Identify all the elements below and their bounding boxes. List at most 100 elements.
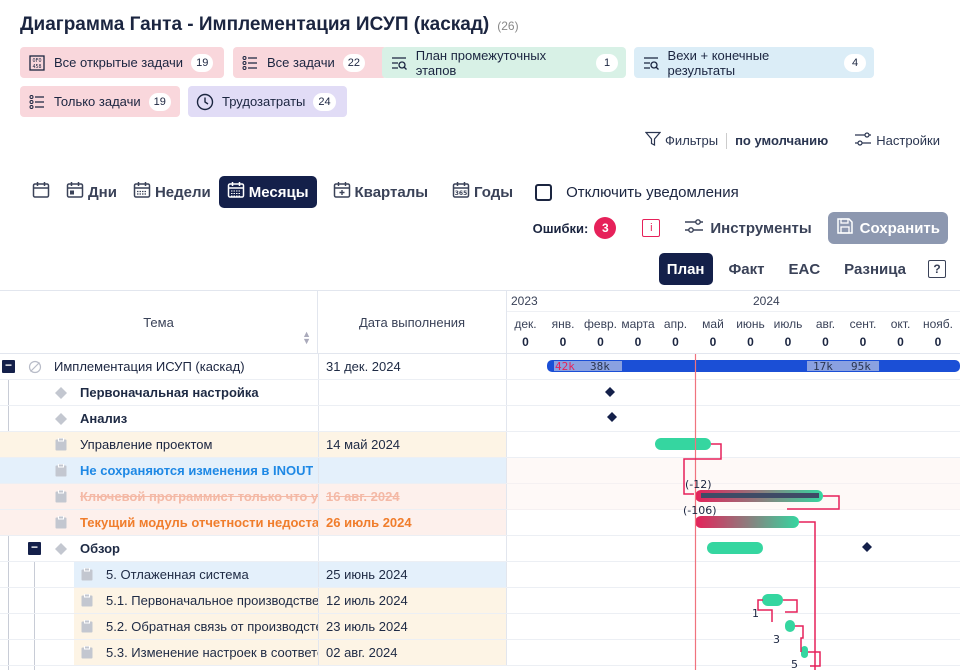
milestone-marker bbox=[607, 412, 617, 422]
milestone-icon bbox=[54, 386, 68, 400]
chip-labor-costs[interactable]: Трудозатраты 24 bbox=[188, 86, 347, 117]
settings-button[interactable]: Настройки bbox=[854, 131, 940, 150]
task-table: − Имплементация ИСУП (каскад) 31 дек. 20… bbox=[0, 354, 507, 670]
help-icon[interactable]: ? bbox=[928, 260, 946, 278]
table-row[interactable]: Анализ bbox=[0, 406, 507, 432]
chip-label: Все задачи bbox=[267, 55, 335, 70]
task-bar-overdue bbox=[695, 516, 799, 528]
chip-all-open-tasks[interactable]: OFO 458 Все открытые задачи 19 bbox=[20, 47, 224, 78]
view-quarters-button[interactable]: Кварталы bbox=[325, 176, 437, 208]
workload-value: 0 bbox=[747, 335, 754, 349]
table-row[interactable]: 5. Отлаженная система 25 июнь 2024 bbox=[0, 562, 507, 588]
milestone-marker bbox=[862, 542, 872, 552]
sort-icon[interactable]: ▲ ▼ bbox=[302, 330, 311, 346]
mode-diff[interactable]: Разница bbox=[836, 253, 914, 285]
gantt-bars[interactable]: 42k 38k 17k 95k (-12) (-106) 1 3 5 bbox=[507, 354, 960, 670]
workload-value: 0 bbox=[897, 335, 904, 349]
calendar-month-icon bbox=[227, 181, 245, 203]
month-label: марта bbox=[621, 317, 655, 331]
row-date: 23 июль 2024 bbox=[318, 614, 507, 639]
chip-count: 1 bbox=[596, 53, 618, 72]
gantt-chart-area[interactable]: 42k 38k 17k 95k (-12) (-106) 1 3 5 bbox=[507, 354, 960, 670]
row-date: 02 авг. 2024 bbox=[318, 640, 507, 665]
view-weeks-button[interactable]: Недели bbox=[125, 176, 219, 208]
errors-count-badge: 3 bbox=[594, 217, 617, 239]
collapse-icon[interactable]: − bbox=[28, 541, 41, 555]
table-row[interactable]: − Имплементация ИСУП (каскад) 31 дек. 20… bbox=[0, 354, 507, 380]
timeline-header: 2023 2024 дек. 0 янв. 0 февр. 0 марта 0 апр. 0 май… bbox=[507, 291, 960, 354]
collapse-icon[interactable]: − bbox=[2, 359, 15, 373]
task-bar bbox=[707, 542, 763, 554]
column-header-due-date[interactable]: Дата выполнения bbox=[318, 291, 507, 354]
checkbox[interactable] bbox=[535, 183, 553, 201]
month-label: янв. bbox=[551, 317, 575, 331]
chip-milestones-deliverables[interactable]: Вехи + конечные результаты 4 bbox=[634, 47, 874, 78]
table-row[interactable]: Управление проектом 14 май 2024 bbox=[0, 432, 507, 458]
chip-count: 24 bbox=[313, 92, 336, 111]
filter-bar: Фильтры по умолчанию Настройки bbox=[644, 131, 940, 150]
mode-plan[interactable]: План bbox=[658, 253, 713, 285]
chip-label: Трудозатраты bbox=[222, 94, 306, 109]
task-bar bbox=[785, 620, 795, 632]
save-button[interactable]: Сохранить bbox=[827, 212, 948, 244]
disable-notifications-toggle[interactable]: Отключить уведомления bbox=[535, 183, 739, 201]
row-topic: Обзор bbox=[80, 541, 120, 556]
month-label: окт. bbox=[890, 317, 911, 331]
workload-value: 0 bbox=[672, 335, 679, 349]
view-years-button[interactable]: 365 Годы bbox=[444, 176, 521, 208]
mode-eac[interactable]: EAC bbox=[781, 253, 829, 285]
info-icon[interactable]: i bbox=[642, 219, 661, 237]
milestone-icon bbox=[54, 412, 68, 426]
calendar-week-icon bbox=[133, 181, 151, 203]
chip-tasks-only[interactable]: Только задачи 19 bbox=[20, 86, 180, 117]
table-row[interactable]: − Обзор bbox=[0, 536, 507, 562]
list-icon bbox=[241, 54, 259, 72]
row-topic: Не сохраняются изменения в INOUT bbox=[80, 463, 314, 478]
chip-label: Вехи + конечные результаты bbox=[667, 47, 770, 78]
dependency-label: 5 bbox=[791, 658, 798, 670]
month-label: сент. bbox=[849, 317, 877, 331]
list-icon bbox=[28, 93, 46, 111]
sliders-icon bbox=[854, 131, 872, 150]
page-header: Диаграмма Ганта - Имплементация ИСУП (ка… bbox=[20, 14, 519, 36]
table-row[interactable]: Не сохраняются изменения в INOUT bbox=[0, 458, 507, 484]
table-row[interactable]: Ключевой программист только что у 16 авг… bbox=[0, 484, 507, 510]
row-topic: 5.1. Первоначальное производстве bbox=[106, 593, 318, 608]
dependency-label: (-106) bbox=[683, 504, 717, 517]
default-filter-select[interactable]: по умолчанию bbox=[735, 133, 828, 148]
view-months-button[interactable]: Месяцы bbox=[218, 176, 317, 208]
dependency-label: 1 bbox=[752, 607, 759, 620]
view-days-button[interactable]: Дни bbox=[58, 176, 125, 208]
task-bar bbox=[655, 438, 711, 450]
chip-label: Только задачи bbox=[54, 94, 141, 109]
row-date: 25 июнь 2024 bbox=[318, 562, 507, 587]
errors-label: Ошибки: bbox=[532, 220, 589, 236]
chip-milestone-plan[interactable]: План промежуточных этапов 1 bbox=[382, 47, 626, 78]
table-row[interactable]: Текущий модуль отчетности недоста 26 июл… bbox=[0, 510, 507, 536]
table-row[interactable]: 5.3. Изменение настроек в соответс 02 ав… bbox=[0, 640, 507, 666]
calendar-button[interactable] bbox=[24, 176, 58, 208]
table-row[interactable]: Первоначальная настройка bbox=[0, 380, 507, 406]
clock-icon bbox=[196, 93, 214, 111]
errors-indicator[interactable]: Ошибки: 3 bbox=[533, 217, 617, 239]
task-icon bbox=[54, 516, 68, 530]
calendar-quarter-icon bbox=[333, 181, 351, 203]
row-topic: 5.2. Обратная связь от производсте bbox=[106, 619, 318, 634]
month-label: нояб. bbox=[922, 317, 953, 331]
row-date: 12 июль 2024 bbox=[318, 588, 507, 613]
filters-button[interactable]: Фильтры bbox=[644, 131, 719, 150]
filters-label: Фильтры bbox=[665, 133, 719, 148]
task-icon bbox=[80, 646, 94, 660]
task-bar bbox=[801, 646, 808, 658]
grid-icon: OFO 458 bbox=[28, 54, 46, 72]
table-row[interactable]: 5.2. Обратная связь от производсте 23 ию… bbox=[0, 614, 507, 640]
workload-value: 0 bbox=[559, 335, 567, 349]
instruments-button[interactable]: Инструменты bbox=[684, 217, 812, 239]
month-label: июнь bbox=[736, 317, 765, 331]
chip-count: 22 bbox=[342, 53, 366, 72]
table-row[interactable]: 5.1. Первоначальное производстве 12 июль… bbox=[0, 588, 507, 614]
mode-fact[interactable]: Факт bbox=[721, 253, 773, 285]
workload-value: 0 bbox=[709, 335, 717, 349]
chip-all-tasks[interactable]: Все задачи 22 bbox=[233, 47, 387, 78]
column-header-topic[interactable]: Тема ▲ ▼ bbox=[0, 291, 318, 354]
